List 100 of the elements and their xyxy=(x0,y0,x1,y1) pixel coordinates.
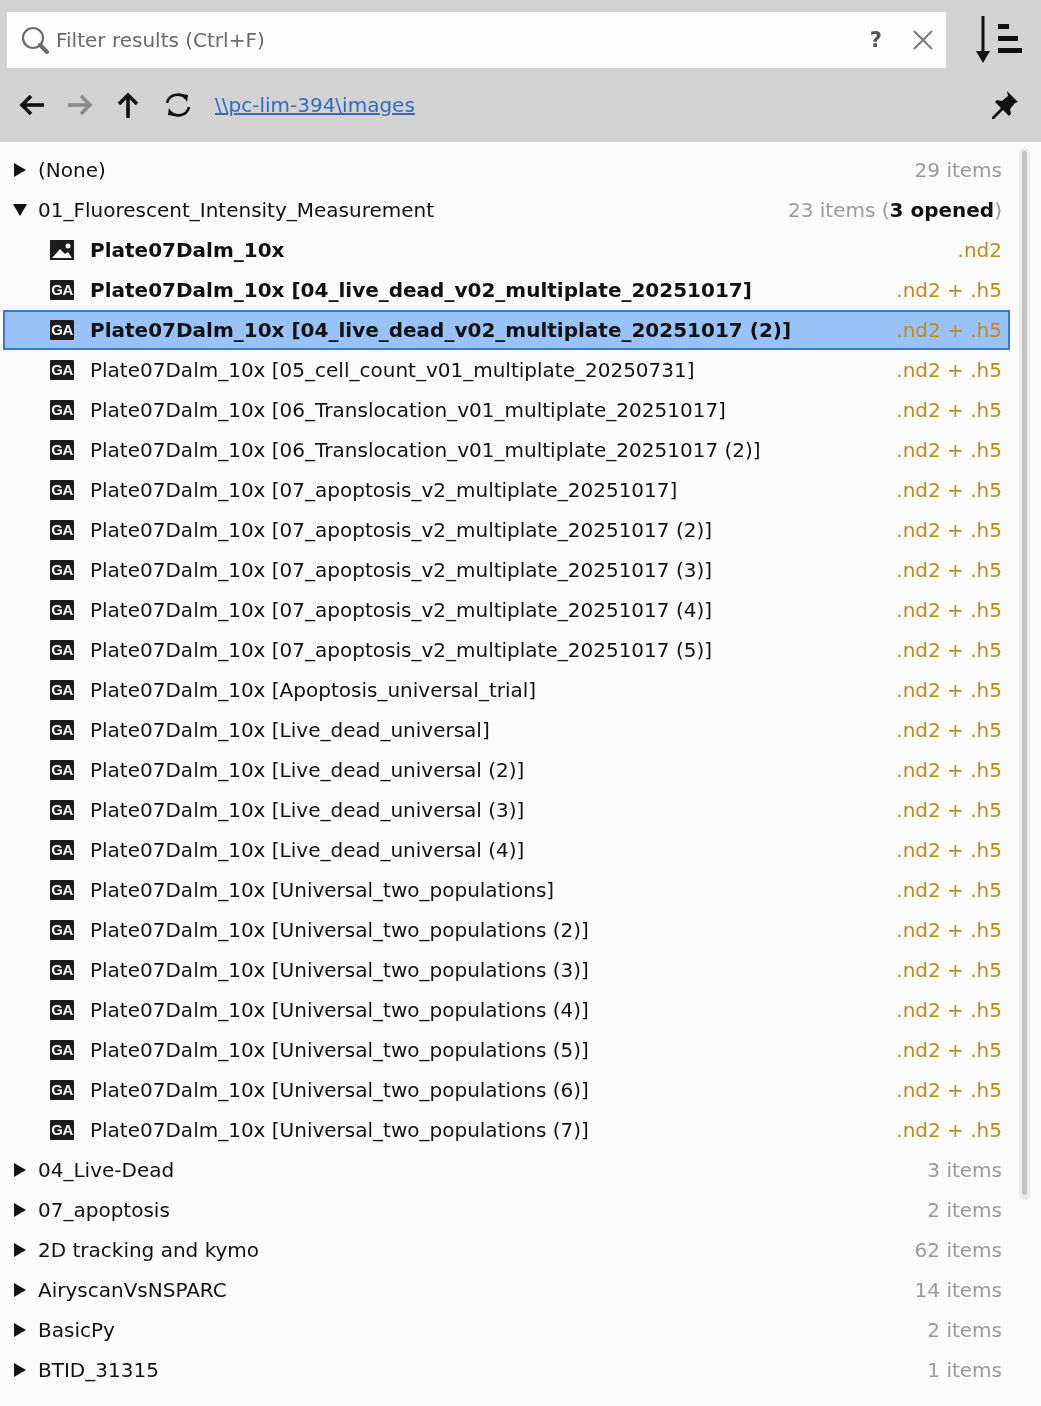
folder-name: AiryscanVsNSPARC xyxy=(38,1278,228,1302)
file-name: Plate07Dalm_10x [Universal_two_populations (3)] xyxy=(90,958,590,982)
file-types: .nd2 + .h5 xyxy=(896,638,1002,662)
file-row[interactable]: GA Plate07Dalm_10x [05_cell_count_v01_multiplate_20250731] .nd2 + .h5 xyxy=(3,350,1010,390)
type-badge: GA xyxy=(50,360,74,380)
folder-row[interactable]: (None) 29 items xyxy=(3,150,1010,190)
item-count: 2 items xyxy=(927,1318,1002,1342)
type-badge: GA xyxy=(50,520,74,540)
folder-row[interactable]: AiryscanVsNSPARC 14 items xyxy=(3,1270,1010,1310)
file-row[interactable]: GA Plate07Dalm_10x [07_apoptosis_v2_multiplate_20251017 (5)] .nd2 + .h5 xyxy=(3,630,1010,670)
folder-name: 07_apoptosis xyxy=(38,1198,171,1222)
folder-name: BTID_31315 xyxy=(38,1358,160,1382)
file-row[interactable]: GA Plate07Dalm_10x [07_apoptosis_v2_multiplate_20251017] .nd2 + .h5 xyxy=(3,470,1010,510)
scrollbar-track[interactable] xyxy=(1019,148,1030,1200)
file-name: Plate07Dalm_10x [07_apoptosis_v2_multiplate_20251017 (2)] xyxy=(90,518,714,542)
file-row[interactable]: GA Plate07Dalm_10x [06_Translocation_v01_multiplate_20251017] .nd2 + .h5 xyxy=(3,390,1010,430)
file-types: .nd2 + .h5 xyxy=(896,398,1002,422)
type-badge: GA xyxy=(50,800,74,820)
type-badge: GA xyxy=(50,280,74,300)
folder-row[interactable]: BTID_31315 1 items xyxy=(3,1350,1010,1390)
triangle-right-icon[interactable] xyxy=(13,1323,27,1337)
type-badge: GA xyxy=(50,440,74,460)
file-row[interactable]: GA Plate07Dalm_10x [07_apoptosis_v2_multiplate_20251017 (3)] .nd2 + .h5 xyxy=(3,550,1010,590)
file-name: Plate07Dalm_10x [07_apoptosis_v2_multiplate_20251017 (4)] xyxy=(90,598,714,622)
file-types: .nd2 + .h5 xyxy=(896,758,1002,782)
file-row[interactable]: GA Plate07Dalm_10x [Live_dead_universal] .nd2 + .h5 xyxy=(3,710,1010,750)
picture-icon xyxy=(50,240,74,260)
pin-button[interactable] xyxy=(989,90,1019,120)
file-name: Plate07Dalm_10x [07_apoptosis_v2_multiplate_20251017] xyxy=(90,478,679,502)
file-types: .nd2 + .h5 xyxy=(896,998,1002,1022)
file-name: Plate07Dalm_10x [Universal_two_populations] xyxy=(90,878,556,902)
folder-row[interactable]: 04_Live-Dead 3 items xyxy=(3,1150,1010,1190)
clear-button[interactable] xyxy=(912,29,934,51)
file-row[interactable]: GA Plate07Dalm_10x [Live_dead_universal (2)] .nd2 + .h5 xyxy=(3,750,1010,790)
file-types: .nd2 + .h5 xyxy=(896,718,1002,742)
file-types: .nd2 + .h5 xyxy=(896,838,1002,862)
folder-name: (None) xyxy=(38,158,107,182)
sort-icon xyxy=(974,16,1022,64)
file-types: .nd2 + .h5 xyxy=(896,558,1002,582)
file-row[interactable]: GA Plate07Dalm_10x [Universal_two_populations (6)] .nd2 + .h5 xyxy=(3,1070,1010,1110)
file-name: Plate07Dalm_10x [Live_dead_universal (3)] xyxy=(90,798,526,822)
triangle-right-icon[interactable] xyxy=(13,1363,27,1377)
triangle-right-icon[interactable] xyxy=(13,1163,27,1177)
triangle-right-icon[interactable] xyxy=(13,1243,27,1257)
type-badge: GA xyxy=(50,320,74,340)
file-name: Plate07Dalm_10x [Live_dead_universal] xyxy=(90,718,491,742)
type-badge: GA xyxy=(50,1000,74,1020)
item-count: 1 items xyxy=(927,1358,1002,1382)
file-row[interactable]: GA Plate07Dalm_10x [Universal_two_populations (2)] .nd2 + .h5 xyxy=(3,910,1010,950)
file-name: Plate07Dalm_10x [Universal_two_populations (6)] xyxy=(90,1078,590,1102)
file-name: Plate07Dalm_10x [Live_dead_universal (2)] xyxy=(90,758,526,782)
item-count: 29 items xyxy=(914,158,1002,182)
help-button[interactable]: ? xyxy=(869,28,882,52)
file-row[interactable]: GA Plate07Dalm_10x [Universal_two_populations (5)] .nd2 + .h5 xyxy=(3,1030,1010,1070)
file-row[interactable]: GA Plate07Dalm_10x [Live_dead_universal (4)] .nd2 + .h5 xyxy=(3,830,1010,870)
type-badge: GA xyxy=(50,840,74,860)
file-row[interactable]: GA Plate07Dalm_10x [Apoptosis_universal_trial] .nd2 + .h5 xyxy=(3,670,1010,710)
file-name: Plate07Dalm_10x [06_Translocation_v01_multiplate_20251017] xyxy=(90,398,727,422)
folder-row[interactable]: 01_Fluorescent_Intensity_Measurement 23 items (3 opened) xyxy=(3,190,1010,230)
file-types: .nd2 + .h5 xyxy=(896,878,1002,902)
search-field[interactable]: Filter results (Ctrl+F) ? xyxy=(7,12,946,68)
file-row[interactable]: GA Plate07Dalm_10x [07_apoptosis_v2_multiplate_20251017 (4)] .nd2 + .h5 xyxy=(3,590,1010,630)
file-types: .nd2 + .h5 xyxy=(896,598,1002,622)
folder-row[interactable]: 2D tracking and kymo 62 items xyxy=(3,1230,1010,1270)
triangle-down-icon[interactable] xyxy=(13,203,27,217)
file-types: .nd2 + .h5 xyxy=(896,518,1002,542)
file-name: Plate07Dalm_10x xyxy=(90,238,286,262)
file-row[interactable]: GA Plate07Dalm_10x [Universal_two_populations (4)] .nd2 + .h5 xyxy=(3,990,1010,1030)
triangle-right-icon[interactable] xyxy=(13,163,27,177)
type-badge: GA xyxy=(50,640,74,660)
type-badge: GA xyxy=(50,880,74,900)
file-row[interactable]: GA Plate07Dalm_10x [06_Translocation_v01_multiplate_20251017 (2)] .nd2 + .h5 xyxy=(3,430,1010,470)
file-row[interactable]: Plate07Dalm_10x .nd2 xyxy=(3,230,1010,270)
folder-row[interactable]: BasicPy 2 items xyxy=(3,1310,1010,1350)
sort-button[interactable] xyxy=(974,16,1022,64)
file-name: Plate07Dalm_10x [Live_dead_universal (4)] xyxy=(90,838,526,862)
file-name: Plate07Dalm_10x [05_cell_count_v01_multiplate_20250731] xyxy=(90,358,696,382)
close-icon xyxy=(912,29,934,51)
file-types: .nd2 xyxy=(957,238,1002,262)
file-name: Plate07Dalm_10x [Universal_two_populations (4)] xyxy=(90,998,590,1022)
file-row[interactable]: GA Plate07Dalm_10x [Live_dead_universal (3)] .nd2 + .h5 xyxy=(3,790,1010,830)
scrollbar-thumb[interactable] xyxy=(1022,151,1027,1195)
folder-row[interactable]: 07_apoptosis 2 items xyxy=(3,1190,1010,1230)
triangle-right-icon[interactable] xyxy=(13,1283,27,1297)
file-row[interactable]: GA Plate07Dalm_10x [Universal_two_populations] .nd2 + .h5 xyxy=(3,870,1010,910)
type-badge: GA xyxy=(50,1040,74,1060)
type-badge: GA xyxy=(50,1080,74,1100)
item-count: 2 items xyxy=(927,1198,1002,1222)
folder-name: 04_Live-Dead xyxy=(38,1158,176,1182)
file-name: Plate07Dalm_10x [Universal_two_populations (5)] xyxy=(90,1038,590,1062)
file-row[interactable]: GA Plate07Dalm_10x [04_live_dead_v02_multiplate_20251017] .nd2 + .h5 xyxy=(3,270,1010,310)
file-row[interactable]: GA Plate07Dalm_10x [07_apoptosis_v2_multiplate_20251017 (2)] .nd2 + .h5 xyxy=(3,510,1010,550)
triangle-right-icon[interactable] xyxy=(13,1203,27,1217)
type-badge: GA xyxy=(50,960,74,980)
file-row[interactable]: GA Plate07Dalm_10x [04_live_dead_v02_multiplate_20251017 (2)] .nd2 + .h5 xyxy=(3,310,1010,350)
search-icon xyxy=(21,26,49,54)
type-badge: GA xyxy=(50,720,74,740)
file-row[interactable]: GA Plate07Dalm_10x [Universal_two_populations (7)] .nd2 + .h5 xyxy=(3,1110,1010,1150)
file-row[interactable]: GA Plate07Dalm_10x [Universal_two_populations (3)] .nd2 + .h5 xyxy=(3,950,1010,990)
folder-name: 01_Fluorescent_Intensity_Measurement xyxy=(38,198,436,222)
